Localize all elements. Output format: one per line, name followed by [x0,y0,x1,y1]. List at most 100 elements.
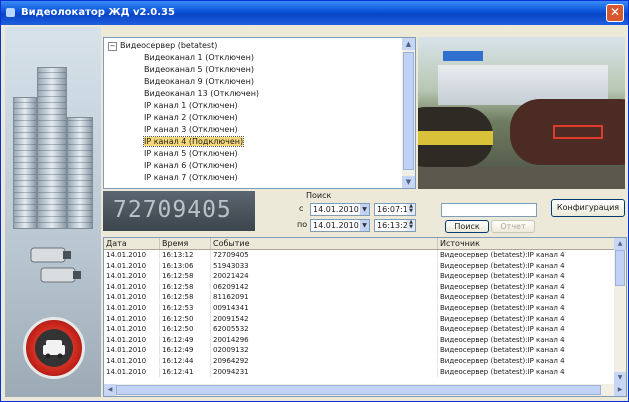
station-sign [443,51,483,61]
sidebar-banner [5,27,101,397]
table-row[interactable]: 14.01.2010 16:12:44 20964292 Видеосервер (b… [104,356,615,366]
dropdown-arrow-icon[interactable]: ▼ [360,220,369,231]
from-time-field[interactable]: 16:07:18 ▲ ▼ [374,203,416,216]
table-cell: 16:12:50 [160,313,211,324]
table-row[interactable]: 14.01.2010 16:12:58 81162091 Видеосервер (b… [104,292,615,303]
table-cell: 20014296 [211,334,438,345]
scroll-up-icon[interactable]: ▲ [402,38,415,50]
configuration-button[interactable]: Конфигурация [551,199,625,217]
column-header-source[interactable]: Источник [438,238,615,249]
table-row[interactable]: 14.01.2010 16:13:12 72709405 Видеосервер (b… [104,250,615,260]
table-cell: 51943033 [211,260,438,271]
scroll-thumb[interactable] [403,52,414,170]
report-button[interactable]: Отчет [491,220,535,233]
table-cell: 00914341 [211,303,438,313]
app-icon [6,8,15,17]
table-cell: Видеосервер (betatest):IP канал 4 [438,313,615,324]
to-date-picker[interactable]: 14.01.2010 ▼ [310,219,370,232]
tree-item[interactable]: IP канал 6 (Отключен) [144,160,238,171]
table-cell: 72709405 [211,250,438,260]
table-cell: Видеосервер (betatest):IP канал 4 [438,356,615,366]
time-spinner-icon[interactable]: ▲ ▼ [407,220,415,231]
scroll-up-icon[interactable]: ▲ [614,238,626,250]
table-horizontal-scrollbar[interactable]: ◀ ▶ [104,384,626,396]
tree-item[interactable]: IP канал 3 (Отключен) [144,124,238,135]
table-cell: Видеосервер (betatest):IP канал 4 [438,324,615,335]
table-row[interactable]: 14.01.2010 16:12:50 20091542 Видеосервер (b… [104,313,615,324]
table-row[interactable]: 14.01.2010 16:12:58 20021424 Видеосервер (b… [104,271,615,282]
table-cell: Видеосервер (betatest):IP канал 4 [438,281,615,292]
table-cell: 81162091 [211,292,438,303]
table-cell: 16:12:41 [160,366,211,377]
table-cell: 16:13:06 [160,260,211,271]
table-row[interactable]: 14.01.2010 16:12:41 20094231 Видеосервер (b… [104,366,615,377]
table-cell: 14.01.2010 [104,334,160,345]
table-row[interactable]: 14.01.2010 16:12:49 02009132 Видеосервер (b… [104,345,615,356]
column-header-date[interactable]: Дата [104,238,160,249]
tree-root[interactable]: − Видеосервер (betatest) [108,40,217,51]
scroll-left-icon[interactable]: ◀ [104,384,116,396]
table-vertical-scrollbar[interactable]: ▲ ▼ [614,238,626,384]
table-cell: 16:12:53 [160,303,211,313]
scroll-down-icon[interactable]: ▼ [614,372,626,384]
from-label: с [299,204,304,213]
to-time-field[interactable]: 16:13:28 ▲ ▼ [374,219,416,232]
tree-item[interactable]: Видеоканал 1 (Отключен) [144,52,254,63]
table-cell: Видеосервер (betatest):IP канал 4 [438,334,615,345]
table-row[interactable]: 14.01.2010 16:13:06 51943033 Видеосервер (b… [104,260,615,271]
close-button[interactable]: ✕ [606,4,624,22]
table-cell: Видеосервер (betatest):IP канал 4 [438,366,615,377]
scroll-down-icon[interactable]: ▼ [402,176,415,188]
cctv-camera-icon [30,247,81,283]
table-row[interactable]: 14.01.2010 16:12:50 62005532 Видеосервер (b… [104,324,615,335]
from-date-picker[interactable]: 14.01.2010 ▼ [310,203,370,216]
building-graphic [67,117,93,229]
tree-item[interactable]: IP канал 1 (Отключен) [144,100,238,111]
table-row[interactable]: 14.01.2010 16:12:53 00914341 Видеосервер (b… [104,303,615,313]
table-cell: 20094231 [211,366,438,377]
events-table[interactable]: Дата Время Событие Источник 14.01.2010 16… [103,237,627,397]
tree-scrollbar[interactable]: ▲ ▼ [402,38,415,188]
table-cell: 14.01.2010 [104,271,160,282]
search-query-input[interactable] [441,203,537,217]
table-cell: 16:12:58 [160,281,211,292]
table-row[interactable]: 14.01.2010 16:12:49 20014296 Видеосервер (b… [104,334,615,345]
tank-car-left [418,107,493,167]
table-cell: 20091542 [211,313,438,324]
table-cell: 02009132 [211,345,438,356]
time-spinner-icon[interactable]: ▲ ▼ [407,204,415,215]
camera-view [418,37,625,189]
channel-tree[interactable]: − Видеосервер (betatest) Видеоканал 1 (От… [103,37,416,189]
scroll-right-icon[interactable]: ▶ [614,384,626,396]
table-cell: 14.01.2010 [104,281,160,292]
table-cell: Видеосервер (betatest):IP канал 4 [438,260,615,271]
tree-item[interactable]: Видеоканал 13 (Отключен) [144,88,259,99]
window-title: Видеолокатор ЖД v2.0.35 [21,7,175,18]
table-cell: 14.01.2010 [104,260,160,271]
collapse-icon[interactable]: − [108,42,117,51]
table-cell: 14.01.2010 [104,356,160,366]
building-graphic [37,67,67,229]
dropdown-arrow-icon[interactable]: ▼ [360,204,369,215]
title-bar[interactable]: Видеолокатор ЖД v2.0.35 ✕ [1,1,628,25]
table-header: Дата Время Событие Источник [104,238,615,250]
column-header-time[interactable]: Время [160,238,211,249]
tree-item[interactable]: IP канал 2 (Отключен) [144,112,238,123]
to-label: по [297,220,308,229]
scroll-thumb[interactable] [116,385,601,395]
table-cell: Видеосервер (betatest):IP канал 4 [438,292,615,303]
tree-item[interactable]: Видеоканал 9 (Отключен) [144,76,254,87]
tree-item[interactable]: IP канал 5 (Отключен) [144,148,238,159]
column-header-event[interactable]: Событие [211,238,438,249]
tree-item[interactable]: IP канал 4 (Подключен) [142,136,245,147]
tree-item[interactable]: IP канал 7 (Отключен) [144,172,238,183]
recognition-frame [553,125,603,139]
search-button[interactable]: Поиск [445,220,489,233]
table-cell: 16:12:58 [160,271,211,282]
table-row[interactable]: 14.01.2010 16:12:58 06209142 Видеосервер (b… [104,281,615,292]
tree-item[interactable]: Видеоканал 5 (Отключен) [144,64,254,75]
scroll-thumb[interactable] [615,250,625,286]
table-cell: 20021424 [211,271,438,282]
search-title: Поиск [306,191,332,200]
table-cell: Видеосервер (betatest):IP канал 4 [438,250,615,260]
